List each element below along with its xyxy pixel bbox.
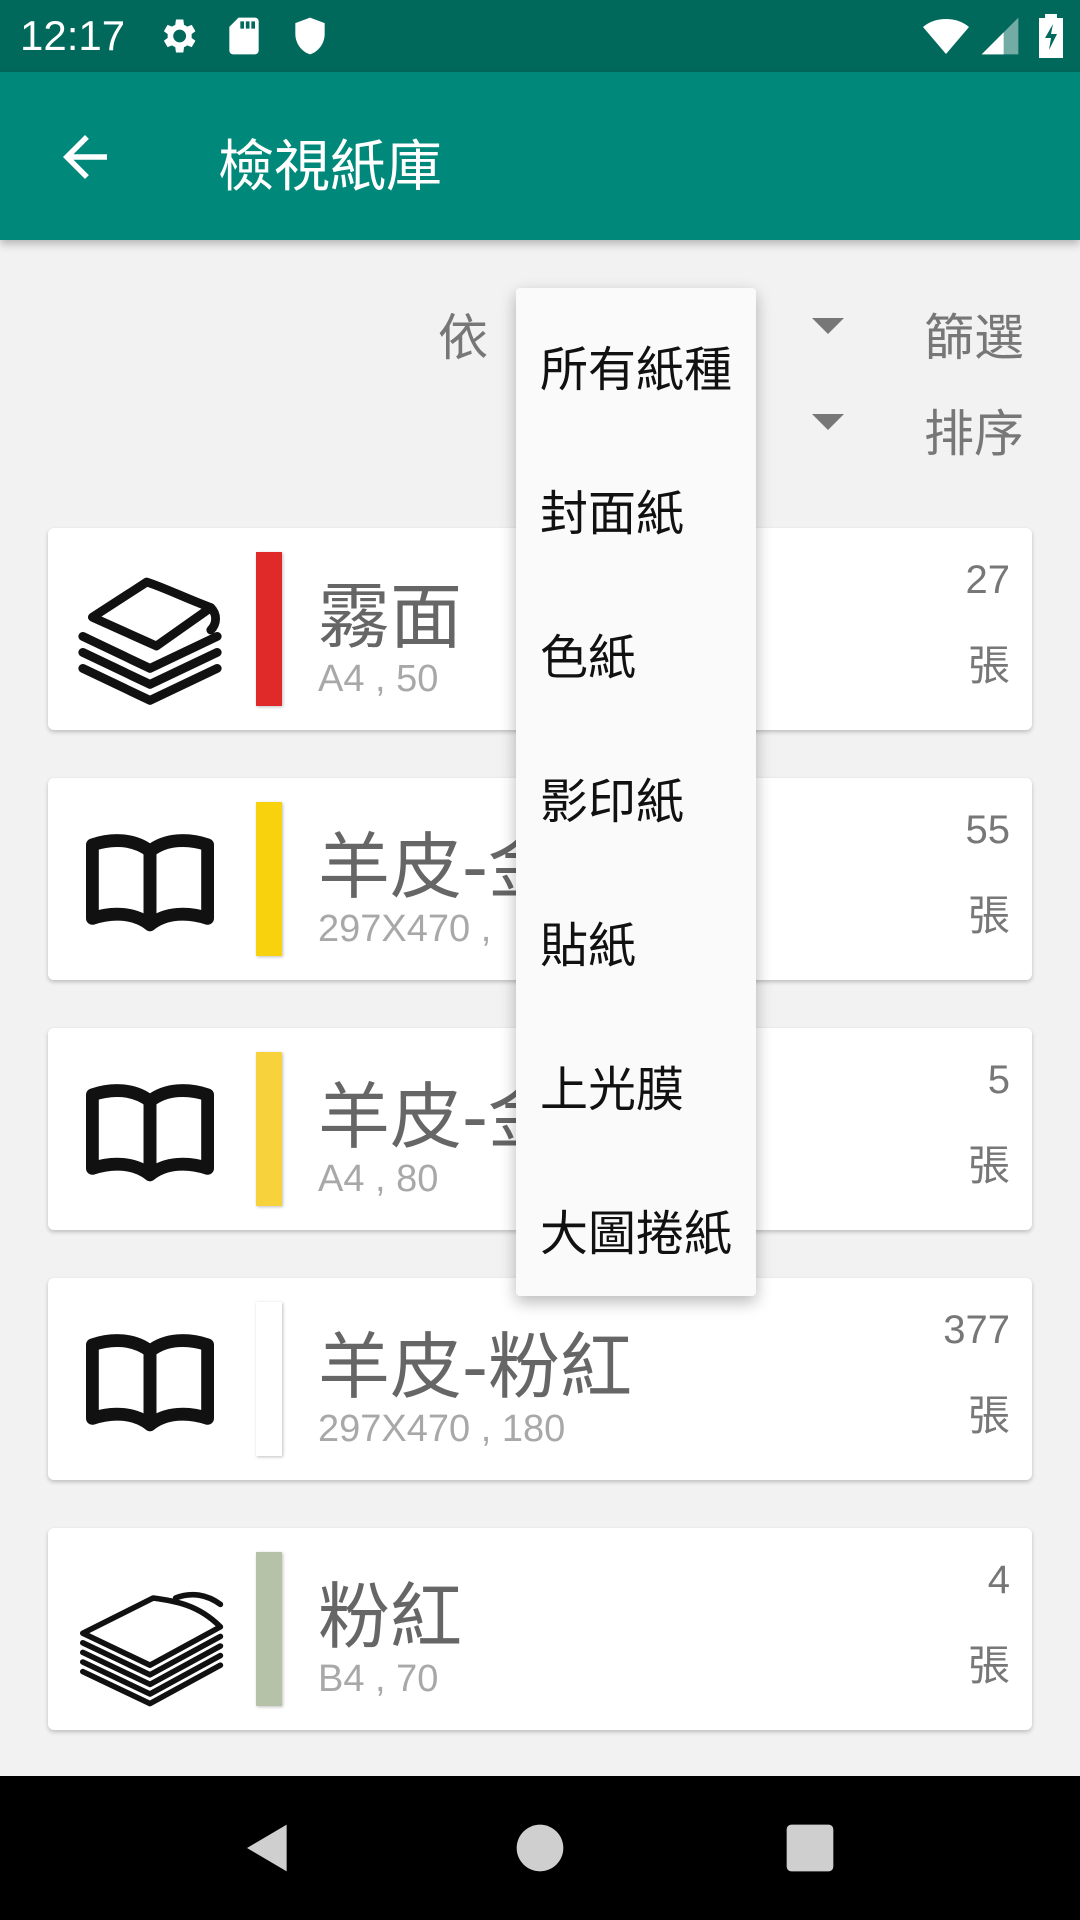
paper-unit: 張: [967, 891, 1010, 940]
status-time: 12:17: [20, 12, 126, 59]
paper-name: 羊皮-粉紅: [318, 1325, 632, 1409]
paper-unit: 張: [967, 1641, 1010, 1690]
filter-by-label: 依: [438, 309, 488, 367]
dropdown-option[interactable]: 影印紙: [540, 762, 684, 832]
paper-unit: 張: [967, 1141, 1010, 1190]
paper-color-bar: [256, 1552, 282, 1706]
open-book-icon: [70, 1300, 230, 1460]
paper-count: 5: [987, 1058, 1010, 1102]
home-nav-icon[interactable]: [512, 1820, 568, 1876]
sort-button[interactable]: 排序: [924, 394, 1024, 466]
paper-count: 4: [987, 1558, 1010, 1602]
paper-unit: 張: [967, 641, 1010, 690]
open-book-icon: [70, 1050, 230, 1210]
dropdown-option[interactable]: 色紙: [540, 618, 636, 688]
dropdown-option[interactable]: 貼紙: [540, 906, 636, 976]
paper-count: 55: [965, 808, 1011, 852]
settings-icon: [156, 12, 200, 60]
dropdown-option[interactable]: 所有紙種: [540, 330, 732, 400]
paper-spec: A4 , 50: [318, 658, 439, 700]
paper-count: 377: [943, 1308, 1010, 1352]
system-nav-bar: [0, 1776, 1080, 1920]
sd-card-icon: [222, 12, 266, 60]
app-bar: 檢視紙庫: [0, 72, 1080, 240]
paper-type-dropdown-menu: 所有紙種 封面紙 色紙 影印紙 貼紙 上光膜 大圖捲紙: [516, 288, 756, 1296]
dropdown-option[interactable]: 封面紙: [540, 474, 684, 544]
paper-name: 霧面: [318, 575, 463, 659]
paper-color-bar: [256, 1302, 282, 1456]
paper-spec: 297X470 ,: [318, 908, 492, 950]
shield-icon: [288, 12, 332, 60]
flat-paper-stack-icon: [70, 1550, 230, 1710]
dropdown-option[interactable]: 大圖捲紙: [540, 1194, 732, 1264]
open-book-icon: [70, 800, 230, 960]
paper-color-bar: [256, 1052, 282, 1206]
status-bar: 12:17: [0, 0, 1080, 72]
paper-unit: 張: [967, 1391, 1010, 1440]
paper-card[interactable]: 粉紅 B4 , 70 4 張: [48, 1528, 1032, 1730]
page-title: 檢視紙庫: [218, 135, 442, 200]
recents-nav-icon[interactable]: [782, 1820, 838, 1876]
paper-name: 粉紅: [318, 1575, 463, 1659]
paper-count: 27: [965, 558, 1011, 602]
paper-stack-icon: [70, 550, 230, 710]
signal-icon: [978, 12, 1022, 60]
paper-color-bar: [256, 802, 282, 956]
wifi-icon: [920, 12, 972, 60]
battery-icon: [1036, 12, 1066, 60]
dropdown-option[interactable]: 上光膜: [540, 1050, 684, 1120]
arrow-back-icon[interactable]: [52, 124, 118, 190]
paper-spec: 297X470 , 180: [318, 1408, 566, 1450]
paper-spec: B4 , 70: [318, 1658, 439, 1700]
sort-dropdown-caret-icon[interactable]: [812, 414, 844, 430]
back-nav-icon[interactable]: [240, 1820, 296, 1876]
filter-dropdown-caret-icon[interactable]: [812, 318, 844, 334]
filter-button[interactable]: 篩選: [924, 298, 1024, 370]
paper-spec: A4 , 80: [318, 1158, 439, 1200]
paper-color-bar: [256, 552, 282, 706]
paper-card[interactable]: 羊皮-粉紅 297X470 , 180 377 張: [48, 1278, 1032, 1480]
